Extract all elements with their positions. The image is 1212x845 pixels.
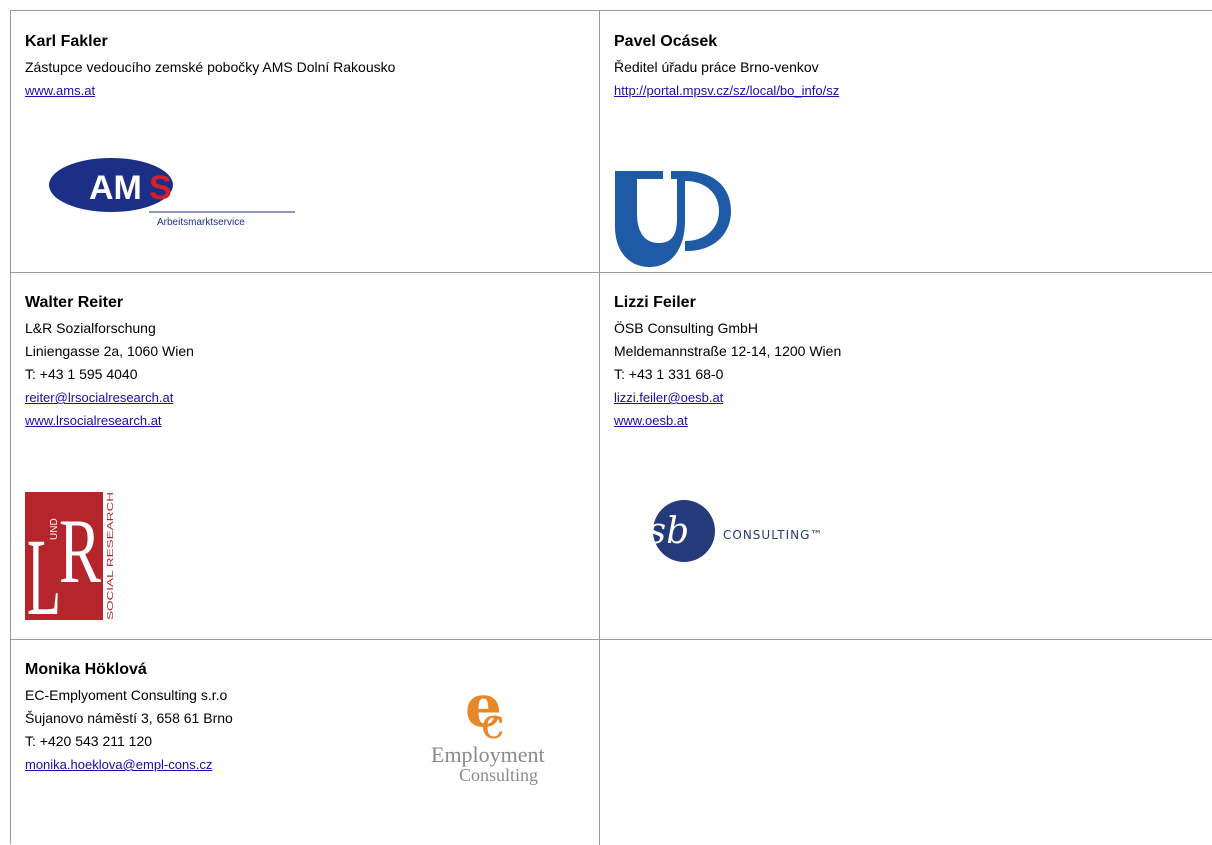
ams-logo: AM S Arbeitsmarktservice [45,133,307,268]
ec-logo-subtext: Consulting [459,765,538,785]
ams-logo-subtext: Arbeitsmarktservice [157,217,245,228]
contact-cell-pavel-ocasek: Pavel Ocásek Ředitel úřadu práce Brno-ve… [600,11,1212,273]
contact-position: Ředitel úřadu práce Brno-venkov [614,59,819,75]
ec-logo-text: Employment [431,742,545,767]
contacts-table: Karl Fakler Zástupce vedoucího zemské po… [10,10,1212,845]
ec-logo: e c Employment Consulting [421,668,571,798]
svg-text:R: R [59,500,101,602]
svg-text:c: c [481,699,505,748]
website-link[interactable]: www.oesb.at [614,409,688,432]
contact-name: Karl Fakler [25,33,108,50]
email-link[interactable]: lizzi.feiler@oesb.at [614,386,723,409]
contact-cell-walter-reiter: Walter Reiter L&R Sozialforschung Linien… [11,273,600,640]
contact-name: Lizzi Feiler [614,294,696,311]
osb-logo: ösb CONSULTING™ [620,499,880,563]
empty-cell [600,640,1212,845]
contact-phone: T: +43 1 595 4040 [25,366,138,382]
contact-address: Liniengasse 2a, 1060 Wien [25,343,194,359]
website-link[interactable]: www.ams.at [25,79,95,102]
contact-organization: L&R Sozialforschung [25,320,156,336]
ams-logo-text: AM [89,169,142,207]
contact-phone: T: +43 1 331 68-0 [614,366,724,382]
previous-page-edge [0,0,1212,8]
website-link[interactable]: http://portal.mpsv.cz/sz/local/bo_info/s… [614,79,839,102]
contact-name: Pavel Ocásek [614,33,718,50]
contact-cell-lizzi-feiler: Lizzi Feiler ÖSB Consulting GmbH Meldema… [600,273,1212,640]
email-link[interactable]: reiter@lrsocialresearch.at [25,386,173,409]
email-link[interactable]: monika.hoeklova@empl-cons.cz [25,753,212,776]
svg-text:S: S [149,169,172,207]
contact-address: Meldemannstraße 12-14, 1200 Wien [614,343,842,359]
contact-name: Walter Reiter [25,294,124,311]
osb-logo-text: ösb [626,511,689,552]
website-link[interactable]: www.lrsocialresearch.at [25,409,162,432]
lr-logo: L R UND SOCIAL RESEARCH [25,492,135,638]
svg-text:SOCIAL RESEARCH: SOCIAL RESEARCH [105,492,115,620]
up-logo [615,171,735,272]
contact-organization: ÖSB Consulting GmbH [614,320,758,336]
contact-position: Zástupce vedoucího zemské pobočky AMS Do… [25,59,396,75]
contact-cell-monika-hoklova: Monika Höklová EC-Emplyoment Consulting … [11,640,600,845]
svg-text:UND: UND [49,518,60,540]
osb-logo-subtext: CONSULTING™ [723,528,823,542]
contact-cell-karl-fakler: Karl Fakler Zástupce vedoucího zemské po… [11,11,600,273]
